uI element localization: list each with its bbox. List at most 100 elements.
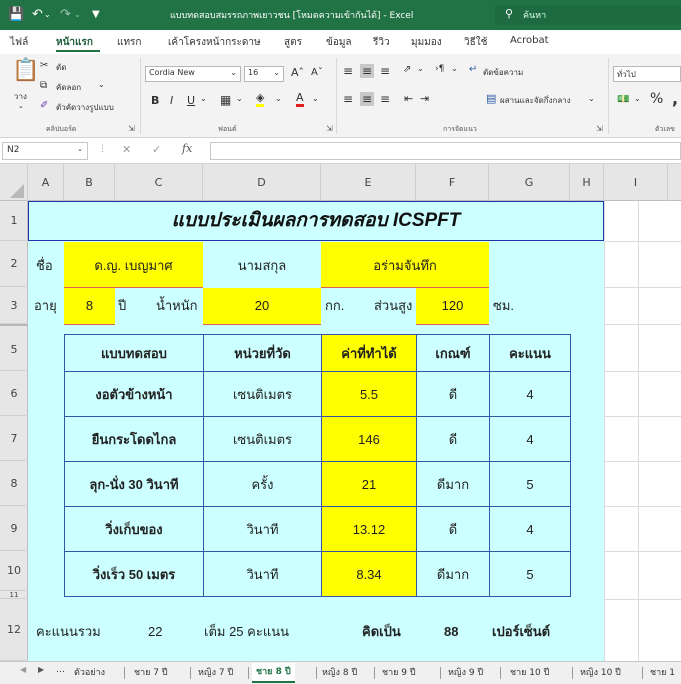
font-color-icon[interactable]: A bbox=[296, 92, 304, 107]
column-header[interactable]: E bbox=[321, 164, 416, 201]
tab-review[interactable]: รีวิว bbox=[373, 35, 390, 50]
tab-data[interactable]: ข้อมูล bbox=[326, 35, 352, 50]
test-grade[interactable]: ดี bbox=[416, 506, 490, 552]
search-box[interactable]: ⚲ ค้นหา bbox=[495, 5, 681, 25]
tab-file[interactable]: ไฟล์ bbox=[10, 35, 28, 50]
sheet-tab[interactable]: ชาย 7 ปี bbox=[134, 665, 168, 679]
chevron-down-icon[interactable]: ⌄ bbox=[588, 94, 595, 103]
sheet-tab[interactable]: หญิง 8 ปี bbox=[322, 665, 357, 679]
test-name[interactable]: ยืนกระโดดไกล bbox=[64, 416, 204, 462]
clipboard-launcher-icon[interactable]: ⇲ bbox=[128, 124, 135, 133]
align-center-icon[interactable]: ≡ bbox=[360, 92, 375, 106]
row-header[interactable]: 6 bbox=[0, 371, 28, 416]
test-score[interactable]: 5 bbox=[489, 551, 571, 597]
test-value[interactable]: 21 bbox=[321, 461, 417, 507]
row-header[interactable]: 9 bbox=[0, 506, 28, 551]
test-unit[interactable]: วินาที bbox=[203, 551, 322, 597]
column-header[interactable]: C bbox=[115, 164, 203, 201]
test-grade[interactable]: ดีมาก bbox=[416, 551, 490, 597]
sheet-tab[interactable]: ชาย 10 ปี bbox=[510, 665, 549, 679]
undo-dropdown-icon[interactable]: ⌄ bbox=[44, 6, 51, 24]
sheet-tab-active[interactable]: ชาย 8 ปี bbox=[252, 663, 295, 683]
sheet-tab[interactable]: หญิง 10 ปี bbox=[580, 665, 621, 679]
column-header[interactable]: F bbox=[416, 164, 489, 201]
align-right-icon[interactable]: ≡ bbox=[380, 92, 390, 106]
test-name[interactable]: งอตัวข้างหน้า bbox=[64, 371, 204, 417]
wrap-text-label[interactable]: ตัดข้อความ bbox=[483, 66, 523, 79]
row-header[interactable]: 5 bbox=[0, 324, 28, 371]
table-header[interactable]: คะแนน bbox=[489, 334, 571, 372]
insert-function-icon[interactable]: fx bbox=[182, 142, 192, 155]
table-header[interactable]: หน่วยที่วัด bbox=[203, 334, 322, 372]
test-unit[interactable]: วินาที bbox=[203, 506, 322, 552]
test-score[interactable]: 4 bbox=[489, 371, 571, 417]
chevron-down-icon[interactable]: ⌄ bbox=[236, 94, 243, 103]
text-direction-icon[interactable]: ›¶ bbox=[435, 64, 444, 74]
sheet-tab[interactable]: หญิง 9 ปี bbox=[448, 665, 483, 679]
align-top-icon[interactable]: ≡ bbox=[343, 64, 353, 78]
test-value[interactable]: 13.12 bbox=[321, 506, 417, 552]
sheet-tab[interactable]: ชาย 1 bbox=[650, 665, 675, 679]
underline-icon[interactable]: U bbox=[187, 94, 195, 107]
column-header[interactable]: H bbox=[570, 164, 604, 201]
redo-icon[interactable]: ↷ bbox=[60, 6, 71, 24]
test-value[interactable]: 5.5 bbox=[321, 371, 417, 417]
column-header[interactable]: G bbox=[489, 164, 570, 201]
align-bottom-icon[interactable]: ≡ bbox=[380, 64, 390, 78]
shrink-font-icon[interactable]: Aˇ bbox=[311, 67, 323, 78]
test-name[interactable]: วิ่งเร็ว 50 เมตร bbox=[64, 551, 204, 597]
tab-view[interactable]: มุมมอง bbox=[411, 35, 442, 50]
bold-icon[interactable]: B bbox=[151, 94, 159, 107]
font-launcher-icon[interactable]: ⇲ bbox=[326, 124, 333, 133]
row-header[interactable]: 3 bbox=[0, 287, 28, 324]
chevron-down-icon[interactable]: ⌄ bbox=[634, 94, 641, 103]
row-header[interactable]: 7 bbox=[0, 416, 28, 461]
enter-icon[interactable]: ✓ bbox=[152, 143, 161, 156]
number-format-combo[interactable]: ทั่วไป bbox=[613, 66, 681, 82]
test-name[interactable]: วิ่งเก็บของ bbox=[64, 506, 204, 552]
chevron-down-icon[interactable]: ⌄ bbox=[312, 94, 319, 103]
redo-dropdown-icon[interactable]: ⌄ bbox=[74, 6, 81, 24]
test-grade[interactable]: ดีมาก bbox=[416, 461, 490, 507]
align-middle-icon[interactable]: ≡ bbox=[360, 64, 375, 78]
orientation-icon[interactable]: ⇗ bbox=[403, 64, 411, 75]
test-unit[interactable]: ครั้ง bbox=[203, 461, 322, 507]
scroll-left-icon[interactable]: ◀ bbox=[20, 665, 26, 674]
merge-center-icon[interactable]: ▤ bbox=[486, 92, 496, 105]
row-header[interactable]: 11 bbox=[0, 591, 28, 599]
table-header[interactable]: แบบทดสอบ bbox=[64, 334, 204, 372]
table-header[interactable]: ค่าที่ทำได้ bbox=[321, 334, 417, 372]
column-header[interactable]: B bbox=[64, 164, 115, 201]
font-name-combo[interactable]: Cordia New ⌄ bbox=[145, 66, 241, 82]
chevron-down-icon[interactable]: ⌄ bbox=[275, 94, 282, 103]
grow-font-icon[interactable]: Aˆ bbox=[291, 66, 304, 79]
test-value[interactable]: 8.34 bbox=[321, 551, 417, 597]
undo-icon[interactable]: ↶ bbox=[32, 6, 43, 24]
percent-style-icon[interactable]: % bbox=[650, 91, 663, 107]
select-all-button[interactable] bbox=[0, 164, 28, 201]
row-header[interactable]: 8 bbox=[0, 461, 28, 506]
scroll-right-icon[interactable]: ▶ bbox=[38, 665, 44, 674]
chevron-down-icon[interactable]: ⌄ bbox=[200, 94, 207, 103]
test-value[interactable]: 146 bbox=[321, 416, 417, 462]
tab-formulas[interactable]: สูตร bbox=[284, 35, 302, 50]
row-header[interactable]: 12 bbox=[0, 599, 28, 661]
comma-style-icon[interactable]: , bbox=[672, 89, 678, 108]
test-unit[interactable]: เซนติเมตร bbox=[203, 371, 322, 417]
row-header[interactable]: 2 bbox=[0, 241, 28, 287]
merge-center-label[interactable]: ผสานและจัดกึ่งกลาง bbox=[500, 94, 571, 107]
test-unit[interactable]: เซนติเมตร bbox=[203, 416, 322, 462]
title-cell[interactable]: แบบประเมินผลการทดสอบ ICSPFT bbox=[28, 201, 604, 241]
italic-icon[interactable]: I bbox=[170, 94, 173, 107]
cancel-icon[interactable]: ✕ bbox=[122, 143, 131, 156]
align-left-icon[interactable]: ≡ bbox=[343, 92, 353, 106]
wrap-text-icon[interactable]: ↵ bbox=[469, 64, 477, 75]
borders-icon[interactable]: ▦ bbox=[220, 93, 231, 107]
test-grade[interactable]: ดี bbox=[416, 416, 490, 462]
increase-indent-icon[interactable]: ⇥ bbox=[420, 92, 429, 105]
chevron-down-icon[interactable]: ⌄ bbox=[451, 64, 458, 73]
sheet-tab[interactable]: ตัวอย่าง bbox=[74, 665, 105, 679]
accounting-format-icon[interactable]: 💵 bbox=[617, 94, 629, 105]
tab-acrobat[interactable]: Acrobat bbox=[510, 35, 549, 46]
column-header[interactable]: I bbox=[604, 164, 668, 201]
